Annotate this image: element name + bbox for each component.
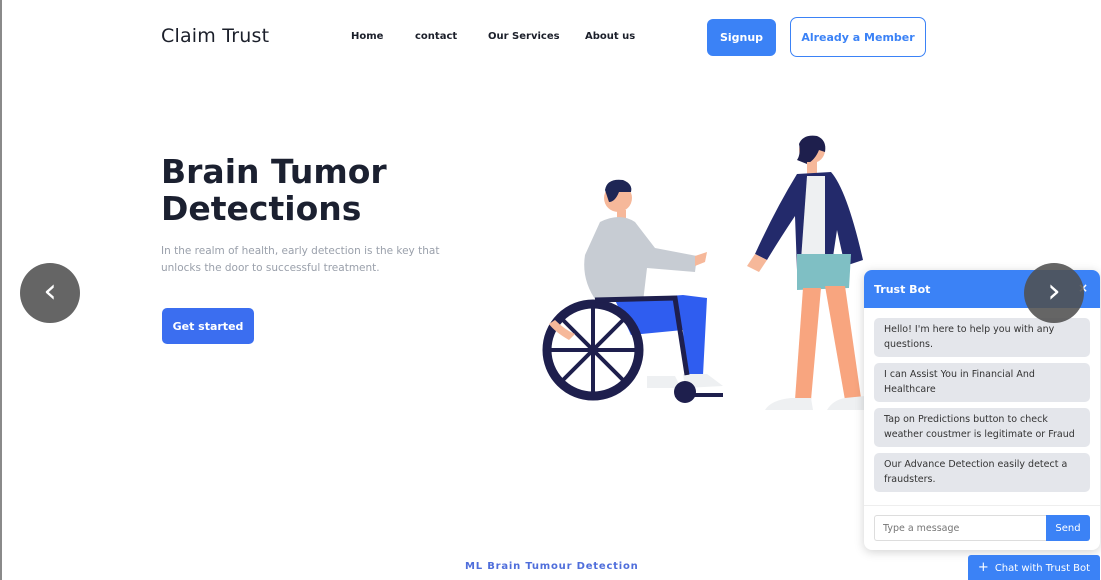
get-started-button[interactable]: Get started xyxy=(162,308,254,344)
chat-message: Tap on Predictions button to check weath… xyxy=(874,408,1090,447)
standing-man-figure xyxy=(747,135,867,410)
hero-description: In the realm of health, early detection … xyxy=(161,245,440,274)
nav-our-services[interactable]: Our Services xyxy=(488,31,560,42)
chat-launcher-button[interactable]: + Chat with Trust Bot xyxy=(968,555,1100,580)
chat-launcher-label: Chat with Trust Bot xyxy=(994,563,1091,574)
nav-about-us[interactable]: About us xyxy=(585,31,635,42)
chat-messages: Hello! I'm here to help you with any que… xyxy=(864,308,1100,492)
chat-composer: Send xyxy=(864,505,1100,550)
nav-home[interactable]: Home xyxy=(351,31,383,42)
carousel-next-button[interactable]: › xyxy=(1024,263,1084,323)
already-member-button[interactable]: Already a Member xyxy=(790,17,926,57)
nav-contact[interactable]: contact xyxy=(415,31,457,42)
carousel-prev-button[interactable]: ‹ xyxy=(20,263,80,323)
logo[interactable]: Claim Trust xyxy=(161,25,269,47)
footer-title: ML Brain Tumour Detection xyxy=(465,561,639,572)
hero-illustration xyxy=(542,135,867,410)
plus-icon: + xyxy=(977,560,989,575)
chat-message: I can Assist You in Financial And Health… xyxy=(874,363,1090,402)
signup-button[interactable]: Signup xyxy=(707,19,776,56)
wheelchair-person-figure xyxy=(542,179,723,403)
chat-message-input[interactable] xyxy=(874,515,1046,541)
chat-title: Trust Bot xyxy=(874,283,931,296)
send-button[interactable]: Send xyxy=(1046,515,1090,541)
chat-message: Our Advance Detection easily detect a fr… xyxy=(874,453,1090,492)
chat-message: Hello! I'm here to help you with any que… xyxy=(874,318,1090,357)
window-edge xyxy=(0,0,2,580)
hero-title: Brain Tumor Detections xyxy=(161,152,387,228)
